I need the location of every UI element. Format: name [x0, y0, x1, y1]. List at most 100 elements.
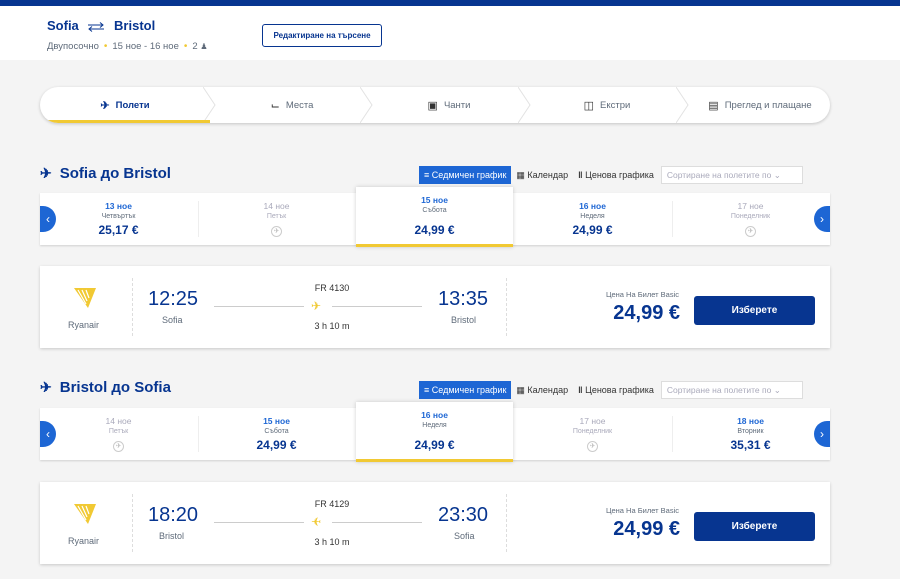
date-option: 14 ное Петък ✈ — [40, 408, 197, 460]
chevron-right-icon: › — [820, 212, 824, 226]
ryanair-harp-icon — [74, 504, 96, 524]
bag-icon: ▣ — [427, 99, 438, 112]
date-option[interactable]: 15 ное Събота 24,99 € — [198, 408, 355, 460]
outbound-view-tabs: ≡ Седмичен график ▦ Календар ‖ Ценова гр… — [419, 166, 803, 184]
date-weekday: Неделя — [422, 422, 447, 429]
tab-label: Календар — [527, 385, 569, 395]
date-price: 24,99 € — [414, 438, 455, 452]
date-weekday: Петък — [108, 428, 129, 435]
step-label: Чанти — [443, 99, 471, 111]
chevron-down-icon: ⌄ — [773, 385, 781, 395]
date-option: 17 ное Понеделник ✈ — [514, 408, 671, 460]
card-divider — [506, 278, 507, 336]
step-review-payment[interactable]: ▤ Преглед и плащане — [690, 87, 830, 123]
departure-city: Bristol — [159, 531, 185, 541]
bar-chart-icon: ‖ — [578, 385, 583, 395]
inbound-date-carousel: 14 ное Петък ✈ 15 ное Събота 24,99 € 16 … — [40, 402, 830, 462]
tab-label: Календар — [527, 170, 569, 180]
departure-time: 12:25 — [148, 288, 199, 310]
date-day: 15 ное — [263, 416, 290, 426]
route-line — [332, 522, 422, 523]
trip-dates: 15 ное - 16 ное — [112, 41, 179, 52]
step-label: Полети — [115, 99, 150, 111]
step-divider — [203, 87, 216, 123]
step-label: Екстри — [600, 99, 631, 111]
date-option[interactable]: 18 ное Вторник 35,31 € — [672, 408, 829, 460]
chevron-left-icon: ‹ — [46, 212, 50, 226]
flight-number: FR 4129 — [314, 499, 350, 509]
ryanair-harp-icon — [74, 288, 96, 308]
tab-label: Ценова графика — [585, 385, 654, 395]
passenger-count: 2 — [192, 41, 198, 52]
no-flight-icon: ✈ — [587, 441, 598, 452]
departure-time: 18:20 — [148, 504, 199, 526]
tab-price-chart[interactable]: ‖ Ценова графика — [573, 381, 659, 399]
route-line — [332, 306, 422, 307]
takeoff-icon: ✈︎ — [40, 379, 52, 395]
step-label: Преглед и плащане — [724, 99, 812, 111]
sort-placeholder: Сортиране на полетите по — [666, 170, 772, 180]
outbound-section-title: ✈︎ Sofia до Bristol — [40, 165, 171, 182]
step-divider — [360, 87, 373, 123]
tab-calendar[interactable]: ▦ Календар — [511, 381, 573, 399]
fare-label: Цена На Билет Basic — [605, 290, 679, 299]
card-divider — [132, 278, 133, 336]
destination-city: Bristol — [114, 18, 156, 33]
search-summary-header: Sofia Bristol Двупосочно • 15 ное - 16 ное… — [0, 6, 900, 60]
date-day: 14 ное — [263, 201, 290, 211]
date-day: 15 ное — [421, 195, 448, 205]
flight-duration: 3 h 10 m — [314, 321, 350, 331]
date-weekday: Понеделник — [730, 213, 771, 220]
step-bags[interactable]: ▣ Чанти — [374, 87, 524, 123]
step-extras[interactable]: ◫ Екстри — [532, 87, 682, 123]
flight-price: 24,99 € — [613, 518, 680, 540]
date-day: 18 ное — [737, 416, 764, 426]
tab-price-chart[interactable]: ‖ Ценова графика — [573, 166, 659, 184]
date-option-selected[interactable]: 16 ное Неделя 24,99 € — [356, 402, 513, 462]
card-divider — [132, 494, 133, 552]
arrival-city: Bristol — [451, 315, 477, 325]
inbound-section-title: ✈︎ Bristol до Sofia — [40, 379, 171, 396]
date-weekday: Събота — [264, 428, 289, 435]
step-seats[interactable]: ⌙ Места — [217, 87, 367, 123]
extras-icon: ◫ — [583, 99, 595, 112]
chevron-down-icon: ⌄ — [773, 170, 781, 180]
select-flight-button[interactable]: Изберете — [694, 296, 815, 325]
plane-icon: ✈ — [100, 99, 110, 112]
airline-name: Ryanair — [68, 536, 100, 546]
date-day: 16 ное — [579, 201, 606, 211]
tab-label: Седмичен график — [431, 170, 507, 180]
trip-type: Двупосочно — [47, 41, 99, 52]
payment-icon: ▤ — [708, 99, 719, 112]
sort-flights-select[interactable]: Сортиране на полетите по ⌄ — [660, 381, 803, 399]
outbound-title-text: Sofia до Bristol — [59, 165, 171, 182]
step-flights[interactable]: ✈ Полети — [40, 87, 210, 123]
select-flight-button[interactable]: Изберете — [694, 512, 815, 541]
tab-weekly-schedule[interactable]: ≡ Седмичен график — [419, 166, 512, 184]
date-day: 17 ное — [579, 416, 606, 426]
plane-icon: ✈ — [311, 299, 322, 313]
booking-steps: ✈ Полети ⌙ Места ▣ Чанти ◫ Екстри ▤ Прег… — [40, 87, 830, 123]
step-divider — [676, 87, 689, 123]
date-option[interactable]: 16 ное Неделя 24,99 € — [514, 193, 671, 245]
tab-weekly-schedule[interactable]: ≡ Седмичен график — [419, 381, 512, 399]
date-price: 24,99 € — [572, 223, 613, 237]
date-option[interactable]: 13 ное Четвъртък 25,17 € — [40, 193, 197, 245]
trip-details: Двупосочно • 15 ное - 16 ное • 2 ♟ — [47, 41, 208, 52]
date-weekday: Събота — [422, 207, 447, 214]
date-option-selected[interactable]: 15 ное Събота 24,99 € — [356, 187, 513, 247]
edit-search-button[interactable]: Редактиране на търсене — [262, 24, 382, 47]
arrival-time: 13:35 — [438, 288, 489, 310]
sort-flights-select[interactable]: Сортиране на полетите по ⌄ — [660, 166, 803, 184]
tab-calendar[interactable]: ▦ Календар — [511, 166, 573, 184]
list-icon: ≡ — [424, 385, 430, 395]
calendar-icon: ▦ — [516, 170, 525, 180]
calendar-icon: ▦ — [516, 385, 525, 395]
date-day: 17 ное — [737, 201, 764, 211]
date-weekday: Вторник — [737, 428, 764, 435]
outbound-date-carousel: 13 ное Четвъртък 25,17 € 14 ное Петък ✈ … — [40, 187, 830, 247]
flight-price: 24,99 € — [613, 302, 680, 324]
tab-label: Седмичен график — [431, 385, 507, 395]
date-weekday: Четвъртък — [101, 213, 136, 220]
sort-placeholder: Сортиране на полетите по — [666, 385, 772, 395]
